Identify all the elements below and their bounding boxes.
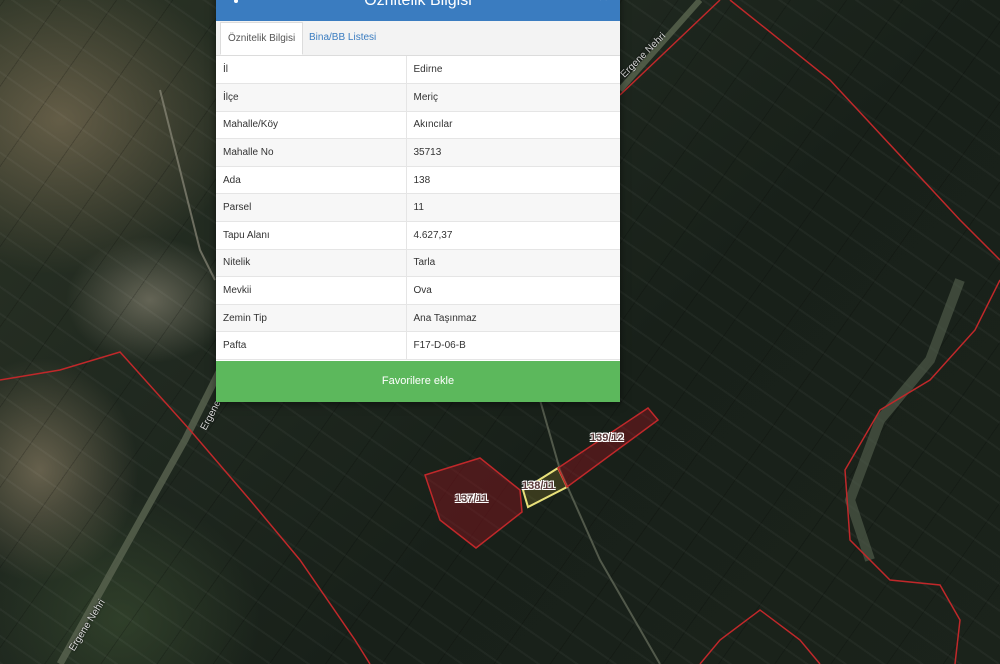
table-row: Ada 138 <box>216 166 620 195</box>
attribute-key: Ada <box>216 166 407 195</box>
table-row: Mahalle No 35713 <box>216 138 620 167</box>
panel-header: Öznitelik Bilgisi × <box>216 0 620 21</box>
attribute-key: İlçe <box>216 83 407 112</box>
attribute-key: Mahalle/Köy <box>216 111 407 140</box>
tab-attribute-info[interactable]: Öznitelik Bilgisi <box>220 22 304 55</box>
attribute-key: Mevkii <box>216 276 407 305</box>
attribute-key: Parsel <box>216 193 407 223</box>
attribute-key: İl <box>216 56 407 85</box>
table-row: Zemin Tip Ana Taşınmaz <box>216 304 620 333</box>
attribute-key: Pafta <box>216 331 407 361</box>
attribute-value: 4.627,37 <box>406 221 620 250</box>
tab-bar: Öznitelik Bilgisi Bina/BB Listesi <box>216 21 620 56</box>
panel-title: Öznitelik Bilgisi <box>364 0 472 9</box>
attribute-value: Ana Taşınmaz <box>406 304 620 333</box>
attribute-value: 138 <box>406 166 620 195</box>
add-to-favorites-button[interactable]: Favorilere ekle <box>216 361 620 402</box>
attribute-value: 35713 <box>406 138 620 167</box>
parcel-label-selected[interactable]: 138/11 <box>522 480 555 492</box>
attribute-key: Zemin Tip <box>216 304 407 333</box>
table-row: Tapu Alanı 4.627,37 <box>216 221 620 250</box>
attribute-value: 11 <box>406 193 620 223</box>
attribute-key: Nitelik <box>216 249 407 278</box>
table-row: Mahalle/Köy Akıncılar <box>216 111 620 140</box>
table-row: İl Edirne <box>216 56 620 85</box>
parcel-label[interactable]: 137/11 <box>455 493 488 505</box>
table-row: Nitelik Tarla <box>216 249 620 278</box>
attribute-value: Tarla <box>406 249 620 278</box>
table-row: Mevkii Ova <box>216 276 620 305</box>
attribute-value: Ova <box>406 276 620 305</box>
table-row: İlçe Meriç <box>216 83 620 112</box>
close-icon[interactable]: × <box>599 0 608 6</box>
attribute-table: İl Edirne İlçe Meriç Mahalle/Köy Akıncılar Mah… <box>216 56 620 361</box>
attribute-value: Edirne <box>406 56 620 85</box>
table-row: Parsel 11 <box>216 193 620 223</box>
attribute-value: Meriç <box>406 83 620 112</box>
attribute-key: Tapu Alanı <box>216 221 407 250</box>
attribute-info-panel: Öznitelik Bilgisi × Öznitelik Bilgisi Bi… <box>216 0 620 402</box>
tab-building-list[interactable]: Bina/BB Listesi <box>302 21 383 54</box>
parcel-label[interactable]: 139/12 <box>590 432 624 444</box>
table-row: Pafta F17-D-06-B <box>216 331 620 361</box>
attribute-key: Mahalle No <box>216 138 407 167</box>
attribute-value: Akıncılar <box>406 111 620 140</box>
attribute-value: F17-D-06-B <box>406 331 620 361</box>
